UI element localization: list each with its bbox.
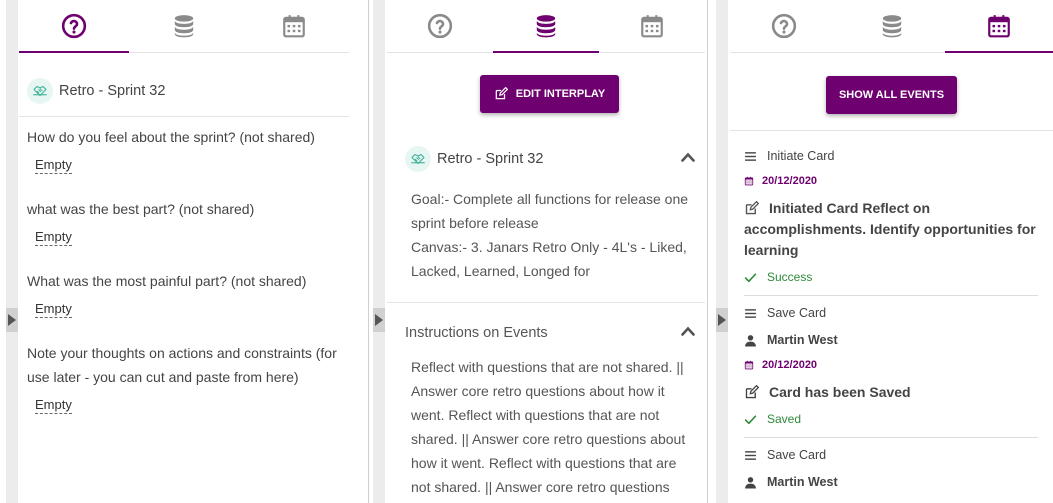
- instructions-text: Reflect with questions that are not shar…: [411, 359, 686, 495]
- calendar-icon: [744, 176, 754, 186]
- edit-interplay-button[interactable]: EDIT INTERPLAY: [480, 75, 619, 113]
- tab-events[interactable]: [239, 0, 349, 52]
- instructions-title[interactable]: Instructions on Events: [405, 325, 548, 341]
- separator: [387, 302, 705, 303]
- question-text: How do you feel about the sprint? (not s…: [27, 129, 315, 145]
- event-date: 20/12/2020: [744, 175, 817, 187]
- separator: [730, 130, 1053, 131]
- interplay-panel: EDIT INTERPLAY Retro - Sprint 32 Goal:- …: [387, 0, 705, 503]
- event-user-label: Martin West: [767, 333, 838, 347]
- event-message-label: Card has been Saved: [769, 384, 911, 400]
- events-panel: SHOW ALL EVENTS Initiate Card 20/12/2020…: [730, 0, 1053, 503]
- edit-interplay-label: EDIT INTERPLAY: [515, 88, 606, 100]
- event-type: Save Card: [744, 448, 826, 462]
- event-date-label: 20/12/2020: [762, 359, 818, 371]
- list-icon: [744, 307, 757, 320]
- event-user: Martin West: [744, 475, 838, 489]
- play-arrow-icon: [718, 314, 726, 326]
- question-text: Note your thoughts on actions and constr…: [27, 345, 337, 385]
- divider: [707, 0, 708, 503]
- check-icon: [744, 413, 757, 426]
- edit-icon: [744, 385, 759, 400]
- event-status-label: Success: [767, 270, 813, 284]
- calendar-icon: [281, 13, 307, 39]
- calendar-icon: [639, 13, 665, 39]
- goal-text: Goal:- Complete all functions for releas…: [411, 191, 689, 231]
- left-gutter: [6, 0, 18, 503]
- user-icon: [744, 476, 757, 489]
- event-divider: [744, 437, 1038, 438]
- questions-panel: Retro - Sprint 32 How do you feel about …: [19, 0, 367, 503]
- event-type-label: Save Card: [767, 306, 827, 320]
- answer-field[interactable]: Empty: [35, 301, 72, 318]
- tab-bar: [387, 0, 705, 53]
- event-type-label: Save Card: [767, 448, 827, 462]
- canvas-text: Canvas:- 3. Janars Retro Only - 4L's - L…: [411, 239, 687, 279]
- database-icon: [879, 13, 905, 39]
- event-divider: [744, 295, 1038, 296]
- event-message: Card has been Saved: [744, 382, 911, 403]
- event-status: Success: [744, 270, 812, 284]
- play-arrow-icon: [8, 314, 16, 326]
- calendar-icon: [986, 13, 1012, 39]
- calendar-icon: [744, 360, 754, 370]
- database-icon: [171, 13, 197, 39]
- tab-events[interactable]: [599, 0, 705, 52]
- tab-events[interactable]: [945, 0, 1053, 53]
- event-status-label: Saved: [767, 412, 802, 426]
- tab-questions[interactable]: [387, 0, 493, 52]
- section-header[interactable]: Retro - Sprint 32: [405, 146, 543, 172]
- check-icon: [744, 271, 757, 284]
- list-icon: [744, 449, 757, 462]
- divider: [368, 0, 369, 503]
- question-text: What was the most painful part? (not sha…: [27, 273, 307, 289]
- expand-handle[interactable]: [716, 308, 728, 332]
- answer-field[interactable]: Empty: [35, 157, 72, 174]
- database-icon: [533, 13, 559, 39]
- middle-gutter: [373, 0, 385, 503]
- event-user: Martin West: [744, 333, 838, 347]
- show-all-events-button[interactable]: SHOW ALL EVENTS: [826, 76, 957, 114]
- tab-questions[interactable]: [19, 0, 129, 53]
- play-arrow-icon: [375, 314, 383, 326]
- card-title: Retro - Sprint 32: [27, 78, 165, 104]
- chevron-up-icon[interactable]: [681, 326, 695, 336]
- answer-field[interactable]: Empty: [35, 229, 72, 246]
- question-text: what was the best part? (not shared): [27, 201, 255, 217]
- chevron-up-icon[interactable]: [681, 152, 695, 162]
- card-title-text: Retro - Sprint 32: [59, 83, 166, 99]
- question-circle-icon: [771, 13, 797, 39]
- tab-interplay[interactable]: [129, 0, 239, 52]
- event-type: Initiate Card: [744, 149, 834, 163]
- event-user-label: Martin West: [767, 475, 838, 489]
- separator: [19, 116, 349, 117]
- tab-interplay[interactable]: [493, 0, 599, 53]
- expand-handle[interactable]: [373, 308, 385, 332]
- question-circle-icon: [427, 13, 453, 39]
- answer-field[interactable]: Empty: [35, 397, 72, 414]
- event-type: Save Card: [744, 306, 826, 320]
- tab-bar: [19, 0, 349, 53]
- event-date-label: 20/12/2020: [762, 175, 818, 187]
- event-type-label: Initiate Card: [767, 149, 835, 163]
- edit-icon: [494, 87, 508, 101]
- event-date: 20/12/2020: [744, 359, 817, 371]
- expand-handle[interactable]: [6, 308, 18, 332]
- tab-interplay[interactable]: [838, 0, 946, 52]
- user-icon: [744, 334, 757, 347]
- section-title: Retro - Sprint 32: [437, 151, 544, 167]
- event-message: Initiated Card Reflect on accomplishment…: [744, 200, 1036, 258]
- right-gutter: [716, 0, 728, 503]
- show-all-events-label: SHOW ALL EVENTS: [838, 89, 945, 101]
- handshake-logo-icon: [27, 78, 53, 104]
- handshake-logo-icon: [405, 146, 431, 172]
- list-icon: [744, 150, 757, 163]
- event-status: Saved: [744, 412, 801, 426]
- tab-bar: [730, 0, 1053, 53]
- question-circle-icon: [61, 13, 87, 39]
- tab-questions[interactable]: [730, 0, 838, 52]
